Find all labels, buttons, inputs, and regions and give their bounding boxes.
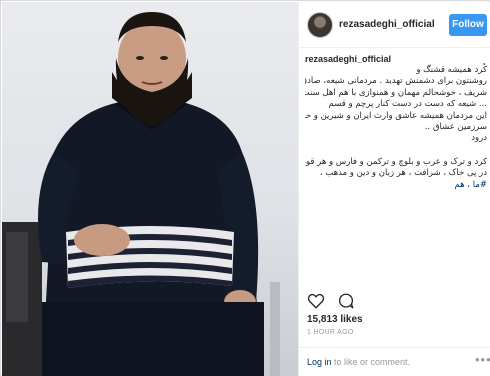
post-photo[interactable] xyxy=(2,2,298,376)
photo-illustration xyxy=(2,12,280,376)
caption-line: سرزمین عشاق .. xyxy=(424,122,487,133)
login-prompt: Log in to like or comment. xyxy=(307,357,410,367)
heart-icon[interactable] xyxy=(307,292,325,310)
hashtag-link[interactable]: #ما ، هم xyxy=(305,180,487,191)
comment-bar: Log in to like or comment. ••• xyxy=(299,347,490,376)
caption-line: ... شیعه که دست در دست کنار پرچم و قسم xyxy=(328,99,487,110)
post-timestamp: 1 HOUR AGO xyxy=(307,329,354,336)
login-link[interactable]: Log in xyxy=(307,357,332,367)
post-caption: rezasadeghi_official کُرد همیشه قشنگ و ر… xyxy=(305,54,487,284)
login-text: to like or comment. xyxy=(331,357,411,367)
post-frame: rezasadeghi_official Follow rezasadeghi_… xyxy=(0,0,490,376)
avatar[interactable] xyxy=(307,12,333,38)
caption-line: این مردمان همیشه عاشق وارث ایران و شیرین… xyxy=(305,110,487,121)
username-link[interactable]: rezasadeghi_official xyxy=(339,19,435,30)
follow-button[interactable]: Follow xyxy=(449,14,487,36)
caption-line: شریف ، خوشحالم مهمان و همنوازی با هم اهل… xyxy=(305,87,487,98)
post-header: rezasadeghi_official Follow xyxy=(299,2,490,48)
caption-line: کرد و ترک و عرب و بلوچ و ترکمن و فارس و … xyxy=(305,156,487,167)
caption-username[interactable]: rezasadeghi_official xyxy=(305,54,487,64)
caption-line: در پی خاک ، شرافت ، هر زبان و دین و مذهب… xyxy=(319,168,487,179)
likes-count[interactable]: 15,813 likes xyxy=(307,314,363,325)
comment-icon[interactable] xyxy=(337,292,355,310)
caption-line: کُرد همیشه قشنگ و xyxy=(416,65,487,75)
post-actions xyxy=(305,292,365,310)
more-dots-icon[interactable]: ••• xyxy=(475,352,490,367)
caption-line: درود xyxy=(471,133,487,144)
post-sidebar: rezasadeghi_official Follow rezasadeghi_… xyxy=(298,2,490,376)
caption-line: روشنتون برای دشمنش تهدید . مردمانی شیعه،… xyxy=(305,76,487,87)
